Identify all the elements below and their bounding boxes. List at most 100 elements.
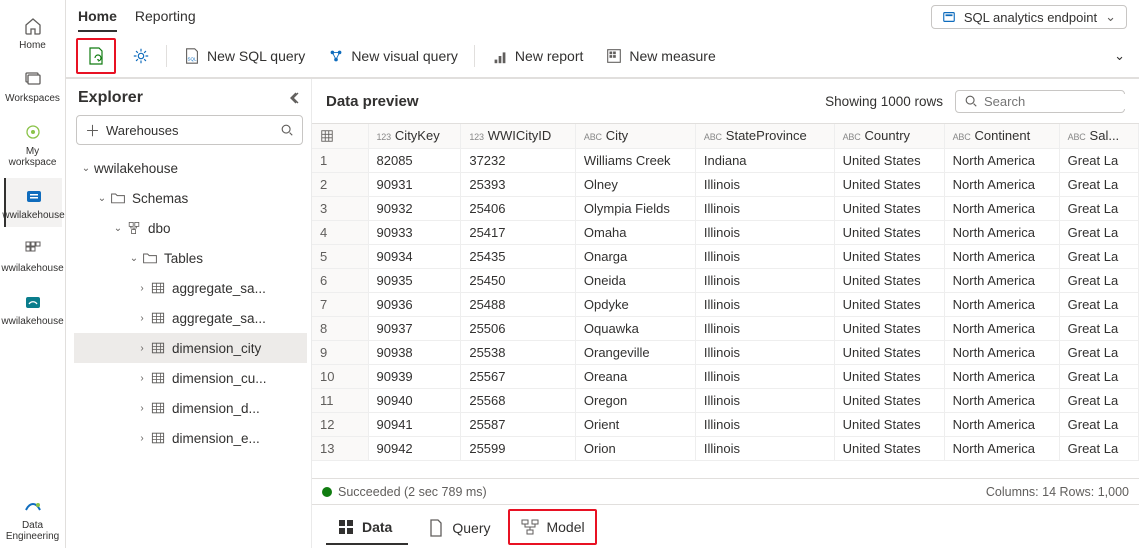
cell: Great La	[1059, 340, 1138, 364]
table-row[interactable]: 99093825538OrangevilleIllinoisUnited Sta…	[312, 340, 1139, 364]
col-Country[interactable]: ABCCountry	[834, 124, 944, 148]
tree-tables[interactable]: ⌄Tables	[74, 243, 307, 273]
preview-search[interactable]	[955, 90, 1125, 113]
rail-item-wwilakehouse[interactable]: wwilakehouse	[4, 178, 62, 227]
table-row[interactable]: 59093425435OnargaIllinoisUnited StatesNo…	[312, 244, 1139, 268]
col-CityKey[interactable]: 123CityKey	[368, 124, 461, 148]
rail-item-my-workspace[interactable]: My workspace	[4, 114, 62, 174]
cell: 25587	[461, 412, 576, 436]
rownum-cell: 13	[312, 436, 368, 460]
cell: Illinois	[695, 364, 834, 388]
cell: 25488	[461, 292, 576, 316]
cell: United States	[834, 220, 944, 244]
cell: United States	[834, 196, 944, 220]
table-row[interactable]: 69093525450OneidaIllinoisUnited StatesNo…	[312, 268, 1139, 292]
table-row[interactable]: 129094125587OrientIllinoisUnited StatesN…	[312, 412, 1139, 436]
rail-label: My workspace	[6, 146, 60, 168]
tab-home[interactable]: Home	[78, 2, 117, 32]
table-row[interactable]: 39093225406Olympia FieldsIllinoisUnited …	[312, 196, 1139, 220]
data-grid[interactable]: 123CityKey123WWICityIDABCCityABCStatePro…	[312, 124, 1139, 461]
tree-dbo[interactable]: ⌄dbo	[74, 213, 307, 243]
cell: 90935	[368, 268, 461, 292]
database-icon	[942, 10, 956, 24]
cell: Olympia Fields	[575, 196, 695, 220]
cell: Great La	[1059, 292, 1138, 316]
table-icon	[150, 430, 166, 446]
refresh-button[interactable]	[80, 42, 112, 70]
tree-label: aggregate_sa...	[172, 311, 266, 326]
cell: United States	[834, 412, 944, 436]
cell: Omaha	[575, 220, 695, 244]
tab-reporting[interactable]: Reporting	[135, 2, 196, 32]
cell: 90931	[368, 172, 461, 196]
collapse-explorer-button[interactable]	[289, 91, 303, 105]
endpoint-dropdown[interactable]: SQL analytics endpoint ⌄	[931, 5, 1127, 29]
tree-table-dimension_cu[interactable]: ›dimension_cu...	[74, 363, 307, 393]
table-row[interactable]: 49093325417OmahaIllinoisUnited StatesNor…	[312, 220, 1139, 244]
tree-table-dimension_city[interactable]: ›dimension_city	[74, 333, 307, 363]
cell: 90938	[368, 340, 461, 364]
new-report-button[interactable]: New report	[485, 43, 589, 69]
col-City[interactable]: ABCCity	[575, 124, 695, 148]
cell: North America	[944, 220, 1059, 244]
new-measure-button[interactable]: New measure	[599, 43, 721, 69]
cell: United States	[834, 292, 944, 316]
table-row[interactable]: 79093625488OpdykeIllinoisUnited StatesNo…	[312, 292, 1139, 316]
tree-table-dimension_d[interactable]: ›dimension_d...	[74, 393, 307, 423]
endpoint-label: SQL analytics endpoint	[964, 10, 1097, 25]
cell: North America	[944, 388, 1059, 412]
table-row[interactable]: 109093925567OreanaIllinoisUnited StatesN…	[312, 364, 1139, 388]
rail-item-data-engineering[interactable]: Data Engineering	[4, 488, 62, 548]
top-bar: Home Reporting SQL analytics endpoint ⌄	[66, 0, 1139, 34]
viewtab-query[interactable]: Query	[416, 510, 500, 544]
rail-item-home[interactable]: Home	[4, 8, 62, 57]
table-row[interactable]: 139094225599OrionIllinoisUnited StatesNo…	[312, 436, 1139, 460]
cell: 25450	[461, 268, 576, 292]
cell: Illinois	[695, 244, 834, 268]
col-Sal...[interactable]: ABCSal...	[1059, 124, 1138, 148]
rownum-cell: 8	[312, 316, 368, 340]
cell: 82085	[368, 148, 461, 172]
cell: North America	[944, 196, 1059, 220]
tree-schemas[interactable]: ⌄Schemas	[74, 183, 307, 213]
cell: North America	[944, 316, 1059, 340]
rail-item-wwilakehouse[interactable]: wwilakehouse	[4, 284, 62, 333]
tree-label: dimension_d...	[172, 401, 260, 416]
col-StateProvince[interactable]: ABCStateProvince	[695, 124, 834, 148]
table-row[interactable]: 29093125393OlneyIllinoisUnited StatesNor…	[312, 172, 1139, 196]
rail-item-workspaces[interactable]: Workspaces	[4, 61, 62, 110]
viewtab-data[interactable]: Data	[326, 509, 408, 545]
rail-item-wwilakehouse[interactable]: wwilakehouse	[4, 231, 62, 280]
cell: United States	[834, 148, 944, 172]
table-row[interactable]: 89093725506OquawkaIllinoisUnited StatesN…	[312, 316, 1139, 340]
ribbon-expand-button[interactable]: ⌄	[1114, 48, 1125, 64]
tree-table-aggregate_sa[interactable]: ›aggregate_sa...	[74, 303, 307, 333]
preview-search-input[interactable]	[984, 94, 1139, 109]
new-visual-query-button[interactable]: New visual query	[321, 43, 464, 69]
chevron-icon: ›	[134, 343, 150, 354]
table-icon	[150, 400, 166, 416]
col-WWICityID[interactable]: 123WWICityID	[461, 124, 576, 148]
cell: North America	[944, 364, 1059, 388]
table-row[interactable]: 119094025568OregonIllinoisUnited StatesN…	[312, 388, 1139, 412]
cell: 90941	[368, 412, 461, 436]
chevron-down-icon: ⌄	[1105, 9, 1116, 25]
rail-label: wwilakehouse	[1, 316, 63, 327]
explorer-panel: Explorer ＋ Warehouses ⌄wwilakehouse⌄Sche…	[66, 79, 312, 548]
table-row[interactable]: 18208537232Williams CreekIndianaUnited S…	[312, 148, 1139, 172]
cell: Illinois	[695, 220, 834, 244]
viewtab-label: Query	[452, 520, 490, 536]
sparkle-icon	[21, 120, 45, 144]
cell: Oreana	[575, 364, 695, 388]
warehouses-picker[interactable]: ＋ Warehouses	[76, 115, 303, 145]
cell: 90942	[368, 436, 461, 460]
cell: North America	[944, 412, 1059, 436]
tree-table-aggregate_sa[interactable]: ›aggregate_sa...	[74, 273, 307, 303]
col-Continent[interactable]: ABCContinent	[944, 124, 1059, 148]
tree-table-dimension_e[interactable]: ›dimension_e...	[74, 423, 307, 453]
new-sql-query-button[interactable]: SQL New SQL query	[177, 43, 311, 69]
settings-button[interactable]	[126, 43, 156, 69]
cell: North America	[944, 292, 1059, 316]
tree-root[interactable]: ⌄wwilakehouse	[74, 153, 307, 183]
viewtab-model[interactable]: Model	[508, 509, 596, 545]
